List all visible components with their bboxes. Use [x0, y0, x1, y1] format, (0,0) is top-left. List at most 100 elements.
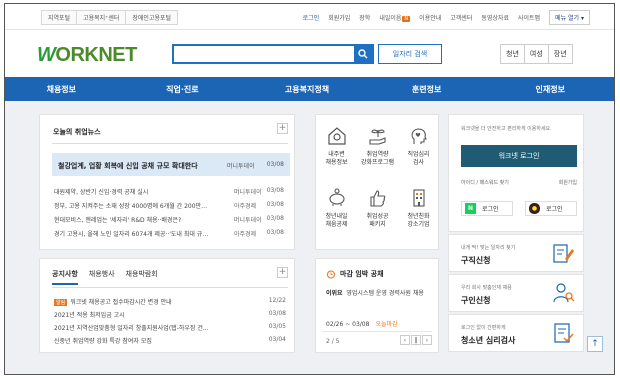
alarm-clock-icon	[326, 270, 336, 279]
house-pin-icon	[327, 127, 346, 145]
divider	[322, 331, 432, 332]
list-item[interactable]: 2021년 적용 최저임금 고시 03/08	[52, 308, 292, 321]
nav-training[interactable]: 훈련정보	[367, 77, 487, 101]
list-item[interactable]: 경기 고용시, 올해 노인 일자리 6074개 제공··'도내 최대 규모' 아…	[52, 227, 290, 241]
naeil-link[interactable]: 내일이음 N	[379, 13, 411, 22]
notice-more-button[interactable]: +	[277, 267, 288, 278]
deadline-company: 이위요	[326, 290, 343, 297]
kakao-login-button[interactable]: ● 로그인	[525, 201, 577, 216]
list-item[interactable]: 정부, 고용 지켜주는 소재 성장 4000명에 6개월 간 200만원씩 아주…	[52, 199, 290, 213]
login-link[interactable]: 로그인	[303, 13, 320, 22]
find-account-link[interactable]: 아이디 / 패스워드 찾기	[461, 180, 509, 186]
today-deadline-label: 오늘마감	[375, 321, 398, 328]
nav-job-info[interactable]: 채용정보	[5, 77, 118, 101]
news-card: 오늘의 취업뉴스 + 철강업계, 업황 회복에 신입 공채 규모 확대한다 머니…	[39, 114, 295, 250]
chevron-down-icon: ▾	[580, 15, 584, 22]
carousel-controls: ‹ ‖ ›	[399, 335, 432, 345]
next-icon[interactable]: ›	[422, 335, 432, 345]
service-aptitude-test[interactable]: 직업심리 검사	[398, 121, 439, 183]
browser-frame: 지역포털 고용복지⁺센터 장애인고용포털 로그인 회원가입 장학 내일이음 N 이…	[4, 3, 615, 375]
list-item[interactable]: 알림 워크넷 채용공고 접수마감시간 변경 안내 12/22	[52, 295, 292, 308]
women-button[interactable]: 여성	[525, 45, 549, 63]
login-card: 워크넷을 더 안전하고 편리하게 이용하세요. 워크넷 로그인 아이디 / 패스…	[448, 114, 584, 232]
tab-recruit-events[interactable]: 채용행사	[89, 269, 115, 285]
naver-login-button[interactable]: N 로그인	[461, 201, 513, 216]
notice-tabs: 공지사항 채용행사 채용박람회	[52, 269, 169, 285]
regional-portal-link[interactable]: 지역포털	[41, 10, 78, 25]
join-link[interactable]: 회원가입	[559, 179, 577, 186]
scroll-top-button[interactable]: ↑	[587, 336, 603, 352]
headline-news[interactable]: 철강업계, 업황 회복에 신입 공채 규모 확대한다 머니투데이 03/08	[52, 153, 290, 176]
notice-tag: 알림	[54, 299, 68, 306]
pause-icon[interactable]: ‖	[411, 335, 421, 345]
worknet-login-button[interactable]: 워크넷 로그인	[461, 145, 577, 167]
search-button[interactable]	[354, 46, 372, 62]
worknet-logo[interactable]: WORKNET	[37, 44, 137, 67]
list-item[interactable]: 2021년 지역산업맞춤형 일자리 창출지원사업(탭-하우징 건... 03/0…	[52, 321, 292, 334]
list-item[interactable]: 현대모비스, 젠레업는 '세자리' R&D 채용··배경은? 머니투데이 03/…	[52, 213, 290, 227]
deadline-desc: 영업시스템 운영 경력사원 채용	[346, 290, 424, 297]
service-youth-savings[interactable]: 청년내일 채움공제	[316, 183, 357, 245]
deadline-period: 02/26 ~ 03/08	[326, 321, 370, 328]
video-link[interactable]: 동영상자료	[481, 13, 509, 22]
list-item[interactable]: 신중년 취업역량 강화 특강 참여자 모집 03/04	[52, 334, 292, 347]
utility-bar: 지역포털 고용복지⁺센터 장애인고용포털 로그인 회원가입 장학 내일이음 N 이…	[5, 4, 614, 30]
service-nearby-jobs[interactable]: 내주변 채용정보	[316, 121, 357, 183]
new-badge: N	[402, 16, 411, 22]
tab-job-fairs[interactable]: 채용박람회	[126, 269, 158, 285]
nav-welfare-policy[interactable]: 고용복지정책	[247, 77, 367, 101]
youth-button[interactable]: 청년	[501, 45, 525, 63]
prev-icon[interactable]: ‹	[400, 335, 410, 345]
portal-links: 지역포털 고용복지⁺센터 장애인고용포털	[41, 10, 179, 25]
kakao-icon: ●	[529, 203, 540, 214]
deadline-pagination: 2 / 5	[326, 338, 340, 345]
guide-link[interactable]: 이용안내	[419, 13, 441, 22]
notice-card: 공지사항 채용행사 채용박람회 + 알림 워크넷 채용공고 접수마감시간 변경 안…	[39, 258, 295, 353]
arrow-up-icon: ↑	[591, 339, 599, 349]
nav-talent[interactable]: 인재정보	[486, 77, 614, 101]
news-list: 대원제약, 상반기 신입·경력 공채 실시 머니투데이 03/08 정부, 고용…	[52, 185, 290, 241]
news-title: 오늘의 취업뉴스	[53, 128, 101, 136]
main-content: 오늘의 취업뉴스 + 철강업계, 업황 회복에 신입 공채 규모 확대한다 머니…	[5, 101, 614, 374]
naver-icon: N	[465, 203, 476, 214]
all-menu-button[interactable]: 메뉴 열기 ▾	[549, 10, 590, 25]
job-search-button[interactable]: 일자리 검색	[378, 44, 442, 64]
sitemap-link[interactable]: 사이트맵	[518, 13, 540, 22]
quick-services-card: 내주변 채용정보 취업역량 강화프로그램 직업심리 검사 청년내일 채움공제 취…	[315, 114, 439, 250]
customer-center-link[interactable]: 고객센터	[450, 13, 472, 22]
search-input[interactable]	[174, 46, 354, 62]
sprout-hand-icon	[368, 129, 386, 145]
service-youth-friendly-company[interactable]: 청년친화 강소기업	[398, 183, 439, 245]
document-check-icon	[554, 323, 574, 343]
disabled-portal-link[interactable]: 장애인고용포털	[125, 10, 179, 25]
nav-career[interactable]: 직업·진로	[118, 77, 248, 101]
deadline-card[interactable]: 마감 임박 공채 이위요 영업시스템 운영 경력사원 채용 02/26 ~ 03…	[315, 258, 439, 353]
youth-psych-test-card[interactable]: 로그인 없이 간편하게 청소년 심리검사	[448, 314, 584, 352]
target-group-selector: 청년 여성 장년	[500, 44, 573, 64]
user-links: 로그인 회원가입 장학 내일이음 N 이용안내 고객센터 동영상자료 사이트맵 메…	[294, 10, 590, 25]
list-item[interactable]: 대원제약, 상반기 신입·경력 공채 실시 머니투데이 03/08	[52, 185, 290, 199]
job-application-card[interactable]: 내게 딱! 맞는 일자리 찾기 구직신청	[448, 234, 584, 272]
divider	[52, 287, 288, 288]
headline-source: 머니투데이	[227, 163, 255, 170]
recruit-application-card[interactable]: 우리 회사 맞춤인재 채용 구인신청	[448, 274, 584, 312]
employment-center-link[interactable]: 고용복지⁺센터	[76, 10, 127, 25]
scholarship-link[interactable]: 장학	[359, 13, 370, 22]
building-icon	[412, 189, 425, 207]
document-pen-icon	[553, 244, 574, 263]
head-heart-icon	[411, 128, 427, 144]
divider	[52, 143, 288, 144]
person-search-icon	[553, 283, 575, 303]
signup-link[interactable]: 회원가입	[328, 13, 350, 22]
headline-date: 03/08	[266, 161, 284, 168]
news-more-button[interactable]: +	[277, 123, 288, 134]
senior-button[interactable]: 장년	[549, 45, 572, 63]
service-competency-program[interactable]: 취업역량 강화프로그램	[357, 121, 398, 183]
headline-title: 철강업계, 업황 회복에 신입 공채 규모 확대한다	[58, 162, 198, 170]
service-success-package[interactable]: 취업성공 패키지	[357, 183, 398, 245]
search-icon	[358, 49, 368, 59]
tab-notices[interactable]: 공지사항	[52, 269, 78, 285]
deadline-title: 마감 임박 공채	[340, 270, 384, 278]
piggy-bank-icon	[328, 188, 345, 206]
services-grid: 내주변 채용정보 취업역량 강화프로그램 직업심리 검사 청년내일 채움공제 취…	[316, 121, 440, 245]
